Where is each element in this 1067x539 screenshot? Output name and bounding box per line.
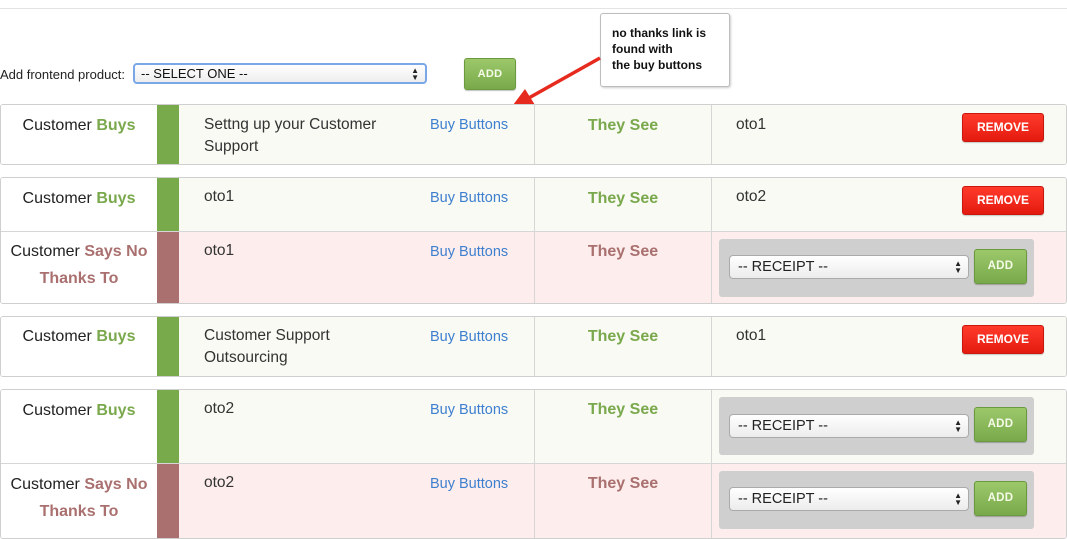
receipt-select[interactable]: -- RECEIPT -- ▲ ▼ (729, 487, 969, 511)
row-label: Customer Buys (1, 317, 157, 376)
annotation-callout: no thanks link is found with the buy but… (600, 13, 730, 87)
label-buys: Buys (96, 328, 136, 345)
add-receipt-button[interactable]: ADD (974, 407, 1027, 442)
row-label: Customer Buys (1, 178, 157, 231)
receipt-select[interactable]: -- RECEIPT -- ▲ ▼ (729, 255, 969, 279)
select-arrows-icon: ▲ ▼ (954, 491, 962, 507)
label-buys: Buys (96, 190, 136, 207)
row-label: Customer Says No Thanks To (1, 232, 157, 303)
funnel-row-buys: Customer Buys Settng up your Customer Su… (1, 105, 1066, 164)
they-see-label: They See (587, 328, 659, 345)
product-line: oto1 (204, 242, 235, 259)
label-customer: Customer (10, 476, 80, 493)
label-customer: Customer (22, 190, 92, 207)
label-thanks-to: Thanks To (39, 503, 119, 520)
buy-buttons-link[interactable]: Buy Buttons (430, 117, 508, 133)
column-divider (534, 317, 535, 376)
column-divider (711, 105, 712, 164)
funnel-group: Customer Buys Customer Support Outsourci… (0, 316, 1067, 377)
they-see-label: They See (587, 117, 659, 134)
frontend-product-select[interactable]: -- SELECT ONE -- ▲ ▼ (133, 63, 427, 84)
product-line: Support (204, 138, 259, 155)
column-divider (711, 178, 712, 231)
row-label: Customer Buys (1, 390, 157, 463)
add-product-label: Add frontend product: (0, 66, 126, 82)
funnel-row-buys: Customer Buys oto2 Buy Buttons They See … (1, 390, 1066, 463)
product-line: oto2 (204, 474, 235, 491)
select-arrows-icon: ▲ ▼ (411, 65, 419, 82)
row-product: oto2 (204, 472, 404, 494)
callout-line: no thanks link is (612, 26, 707, 40)
row-product: oto2 (204, 398, 404, 420)
buy-buttons-link[interactable]: Buy Buttons (430, 329, 508, 345)
label-says-no: Says No (84, 476, 148, 493)
column-divider (711, 317, 712, 376)
label-customer: Customer (22, 402, 92, 419)
row-product: Customer Support Outsourcing (204, 325, 404, 369)
add-receipt-button[interactable]: ADD (974, 249, 1027, 284)
funnel-group: Customer Buys oto1 Buy Buttons They See … (0, 177, 1067, 304)
row-product: oto1 (204, 186, 404, 208)
product-line: Customer Support (204, 327, 330, 344)
funnel-row-buys: Customer Buys Customer Support Outsourci… (1, 317, 1066, 376)
row-color-bar (157, 105, 179, 164)
row-result: oto1 (736, 116, 767, 133)
they-see-label: They See (587, 190, 659, 207)
label-buys: Buys (96, 402, 136, 419)
row-color-bar (157, 390, 179, 463)
select-arrows-icon: ▲ ▼ (954, 259, 962, 275)
label-customer: Customer (22, 117, 92, 134)
row-product: oto1 (204, 240, 404, 262)
product-line: oto1 (204, 188, 235, 205)
add-product-bar: Add frontend product: (0, 62, 125, 86)
buy-buttons-link[interactable]: Buy Buttons (430, 244, 508, 260)
top-divider (0, 8, 1067, 9)
they-see-label: They See (587, 243, 659, 260)
receipt-selector-panel: -- RECEIPT -- ▲ ▼ ADD (719, 239, 1034, 297)
select-arrows-icon: ▲ ▼ (954, 418, 962, 434)
row-color-bar (157, 317, 179, 376)
buy-buttons-link[interactable]: Buy Buttons (430, 190, 508, 206)
row-result: oto1 (736, 327, 767, 344)
row-color-bar (157, 232, 179, 303)
funnel-group: Customer Buys oto2 Buy Buttons They See … (0, 389, 1067, 539)
receipt-selector-panel: -- RECEIPT -- ▲ ▼ ADD (719, 397, 1034, 455)
label-says-no: Says No (84, 243, 148, 260)
remove-button[interactable]: REMOVE (962, 113, 1044, 142)
funnel-row-no-thanks: Customer Says No Thanks To oto1 Buy Butt… (1, 231, 1066, 303)
label-customer: Customer (22, 328, 92, 345)
product-line: Settng up your Customer (204, 116, 377, 133)
product-line: Outsourcing (204, 349, 288, 366)
they-see-label: They See (587, 401, 659, 418)
column-divider (711, 232, 712, 303)
funnel-group: Customer Buys Settng up your Customer Su… (0, 104, 1067, 165)
callout-line: found with (612, 42, 673, 56)
row-label: Customer Buys (1, 105, 157, 164)
funnel-row-buys: Customer Buys oto1 Buy Buttons They See … (1, 178, 1066, 231)
receipt-select[interactable]: -- RECEIPT -- ▲ ▼ (729, 414, 969, 438)
buy-buttons-link[interactable]: Buy Buttons (430, 476, 508, 492)
label-customer: Customer (10, 243, 80, 260)
remove-button[interactable]: REMOVE (962, 325, 1044, 354)
receipt-select-value: -- RECEIPT -- (738, 259, 828, 275)
receipt-select-value: -- RECEIPT -- (738, 418, 828, 434)
receipt-select-value: -- RECEIPT -- (738, 491, 828, 507)
label-thanks-to: Thanks To (39, 270, 119, 287)
frontend-product-select-value: -- SELECT ONE -- (141, 66, 248, 81)
they-see-label: They See (587, 475, 659, 492)
buy-buttons-link[interactable]: Buy Buttons (430, 402, 508, 418)
callout-line: the buy buttons (612, 58, 702, 72)
row-product: Settng up your Customer Support (204, 114, 404, 158)
receipt-selector-panel: -- RECEIPT -- ▲ ▼ ADD (719, 471, 1034, 529)
row-result: oto2 (736, 188, 767, 205)
row-color-bar (157, 178, 179, 231)
remove-button[interactable]: REMOVE (962, 186, 1044, 215)
label-buys: Buys (96, 117, 136, 134)
add-receipt-button[interactable]: ADD (974, 481, 1027, 516)
product-line: oto2 (204, 400, 235, 417)
column-divider (711, 390, 712, 463)
